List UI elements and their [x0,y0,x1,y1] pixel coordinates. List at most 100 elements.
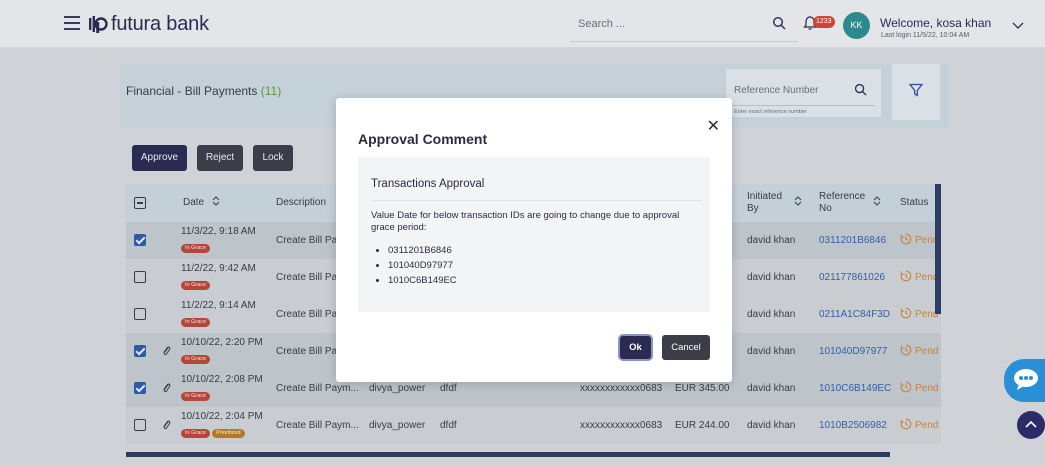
row-checkbox[interactable] [134,419,146,431]
row-account: xxxxxxxxxxxx0683 [580,420,663,431]
input-underline [732,105,875,106]
header-description[interactable]: Description [276,197,326,208]
select-all-checkbox[interactable] [134,197,146,209]
search-icon[interactable] [854,83,867,101]
row-status-text: Pend [915,346,939,357]
reference-hint: Enter exact reference number [734,109,807,115]
row-tags: In Grace [181,389,212,401]
header-status[interactable]: Status [900,197,928,208]
global-search-input[interactable]: Search ... [570,8,798,42]
row-tags: In Grace [181,352,212,364]
row-status: Pend [900,418,938,431]
welcome-text[interactable]: Welcome, kosa khan [880,16,991,30]
table-row[interactable]: 10/10/22, 2:04 PM In Grace Prioritized Crea… [126,407,941,444]
row-reference-link[interactable]: 021177861026 [819,272,885,283]
row-amount: EUR 345.00 [675,383,730,394]
transaction-id: 0311201B6846 [388,243,457,258]
row-user: divya_power [369,420,426,431]
row-initiated-by: david khan [747,309,796,320]
row-tags: In Grace [181,278,212,290]
avatar[interactable]: KK [843,12,870,39]
row-status: Pend [900,381,938,394]
scroll-to-top-button[interactable] [1017,411,1045,439]
approve-button[interactable]: Approve [132,145,187,171]
pending-clock-icon [900,381,912,393]
row-reference-link[interactable]: 0211A1C84F3D [819,309,890,320]
chat-bubble-icon [1014,369,1038,390]
paperclip-icon[interactable] [162,344,171,360]
sort-icon[interactable] [794,196,802,209]
divider [371,200,702,201]
row-reference-link[interactable]: 1010B2506982 [819,420,887,431]
row-checkbox[interactable] [134,345,146,357]
row-checkbox[interactable] [134,234,146,246]
row-date: 11/2/22, 9:42 AM [181,263,256,274]
chevron-down-icon[interactable] [1012,17,1024,35]
row-description: Create Bill Pay [276,346,343,357]
paperclip-icon[interactable] [162,418,171,434]
row-description: Create Bill Paym... [276,383,359,394]
header-reference-no[interactable]: Reference No [819,191,865,215]
last-login-text: Last login 11/5/22, 10:04 AM [881,32,970,39]
pending-clock-icon [900,233,912,245]
row-amount: EUR 244.00 [675,420,730,431]
horizontal-scrollbar[interactable] [126,452,890,457]
approval-details-panel: Transactions Approval Value Date for bel… [358,157,710,312]
filter-icon [909,83,923,97]
menu-icon[interactable] [64,16,80,30]
top-bar: futura bank Search ... 1233 KK Welcome, … [0,0,1045,48]
chat-button[interactable] [1004,359,1045,402]
close-icon[interactable]: ✕ [707,116,720,136]
row-checkbox[interactable] [134,308,146,320]
pending-clock-icon [900,344,912,356]
row-date: 11/2/22, 9:14 AM [181,300,256,311]
in-grace-badge: In Grace [181,392,211,401]
row-date: 11/3/22, 9:18 AM [181,226,256,237]
vertical-scrollbar[interactable] [935,184,941,314]
lock-button[interactable]: Lock [253,145,293,171]
section-title: Transactions Approval [371,178,485,190]
ok-button[interactable]: Ok [620,336,651,359]
notification-count-badge: 1233 [813,16,835,28]
reference-number-search[interactable]: Reference Number Enter exact reference n… [726,69,881,117]
row-status: Pend [900,307,938,320]
search-placeholder: Search ... [578,18,626,30]
row-status-text: Pend [915,420,939,431]
approval-comment-dialog: Approval Comment ✕ Transactions Approval… [336,98,732,382]
filter-button[interactable] [892,64,940,120]
row-initiated-by: david khan [747,235,796,246]
row-account: xxxxxxxxxxxx0683 [580,383,663,394]
sort-icon[interactable] [873,196,881,209]
header-date[interactable]: Date [183,197,204,208]
brand-name: futura bank [111,12,209,35]
in-grace-badge: In Grace [181,318,211,327]
row-reference-link[interactable]: 1010C6B149EC [819,383,891,394]
pending-clock-icon [900,270,912,282]
in-grace-badge: In Grace [181,429,211,438]
row-initiated-by: david khan [747,420,796,431]
header-initiated-by[interactable]: Initiated By [747,191,782,215]
row-reference-link[interactable]: 0311201B6846 [819,235,886,246]
row-description: Create Bill Paym... [276,420,359,431]
paperclip-icon[interactable] [162,381,171,397]
row-description: Create Bill Pay [276,235,343,246]
page-title: Financial - Bill Payments (11) [126,84,281,98]
row-tags: In Grace [181,315,212,327]
futura-logo-icon [88,14,108,34]
transaction-id: 1010C6B149EC [388,273,457,288]
reject-button[interactable]: Reject [197,145,243,171]
transaction-id-list: 0311201B6846 101040D97977 1010C6B149EC [388,243,457,288]
row-tags: In Grace Prioritized [181,426,247,438]
sort-icon[interactable] [212,196,220,209]
row-status: Pend [900,233,938,246]
record-count: (11) [260,84,282,98]
row-remark: dfdf [440,420,457,431]
search-icon[interactable] [772,16,786,35]
row-checkbox[interactable] [134,271,146,283]
dialog-title: Approval Comment [358,131,488,147]
brand-logo[interactable]: futura bank [88,12,209,36]
cancel-button[interactable]: Cancel [662,335,710,360]
row-reference-link[interactable]: 101040D97977 [819,346,887,357]
in-grace-badge: In Grace [181,244,211,253]
row-checkbox[interactable] [134,382,146,394]
